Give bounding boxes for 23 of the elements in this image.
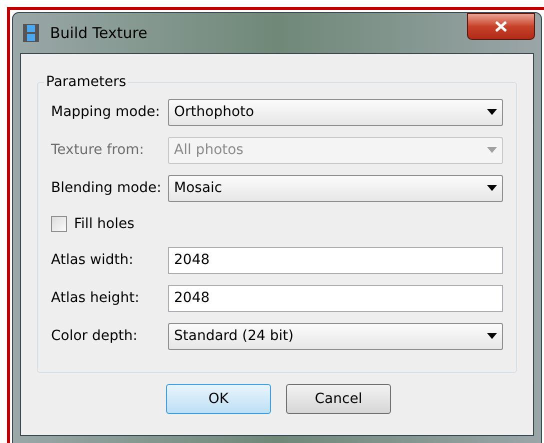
window-title: Build Texture bbox=[50, 22, 148, 44]
film-icon bbox=[23, 24, 39, 42]
input-field[interactable]: 2048 bbox=[168, 246, 503, 274]
checkbox[interactable] bbox=[51, 216, 67, 232]
input-field[interactable]: 2048 bbox=[168, 284, 503, 312]
dropdown[interactable]: Orthophoto bbox=[168, 98, 503, 126]
dropdown[interactable]: Standard (24 bit) bbox=[168, 322, 503, 350]
field-label: Atlas height: bbox=[51, 288, 140, 308]
close-button[interactable] bbox=[467, 13, 535, 40]
field-label: Texture from: bbox=[51, 140, 145, 160]
field-label: Color depth: bbox=[51, 326, 138, 346]
field-label: Blending mode: bbox=[51, 178, 162, 198]
dropdown-arrow-icon bbox=[487, 109, 497, 115]
field-label: Atlas width: bbox=[51, 250, 134, 270]
dropdown[interactable]: Mosaic bbox=[168, 174, 503, 202]
dropdown-arrow-icon bbox=[487, 147, 497, 153]
cancel-button[interactable]: Cancel bbox=[286, 384, 391, 414]
checkbox-label: Fill holes bbox=[74, 214, 134, 234]
field-label: Mapping mode: bbox=[51, 102, 161, 122]
ok-button[interactable]: OK bbox=[166, 384, 271, 414]
dropdown-arrow-icon bbox=[487, 185, 497, 191]
dropdown-arrow-icon bbox=[487, 333, 497, 339]
close-icon bbox=[495, 21, 507, 32]
